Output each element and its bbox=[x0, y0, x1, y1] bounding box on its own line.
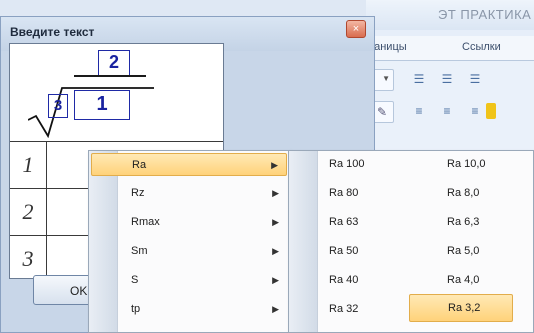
menu-item-tp[interactable]: tp ▶ bbox=[91, 298, 287, 321]
menu-item-ra-63[interactable]: Ra 63 bbox=[319, 211, 399, 234]
menu-item-label: Ra 3,2 bbox=[448, 302, 481, 314]
root-index-box[interactable]: 3 bbox=[48, 94, 68, 118]
ra-values-submenu: Ra 100 Ra 80 Ra 63 Ra 50 Ra 40 Ra 32 Ra … bbox=[288, 150, 534, 333]
close-button[interactable]: × bbox=[346, 20, 366, 38]
menu-item-ra-80[interactable]: Ra 80 bbox=[319, 182, 399, 205]
dialog-title: Введите текст bbox=[10, 25, 95, 39]
menu-item-ra-10-0[interactable]: Ra 10,0 bbox=[419, 153, 513, 176]
formula-cell: 2 3 1 bbox=[10, 44, 223, 142]
menu-item-label: Rmax bbox=[131, 216, 160, 228]
menu-item-sm[interactable]: Sm ▶ bbox=[91, 240, 287, 263]
align-right-icon[interactable]: ≡ bbox=[468, 105, 482, 117]
ribbon: ▼ ☰ ☰ ☰ ✎ ≡ ≡ ≡ bbox=[366, 61, 534, 156]
menu-item-label: Ra 32 bbox=[329, 303, 359, 315]
highlight-color-icon[interactable] bbox=[486, 103, 496, 119]
menu-item-label: Ra 80 bbox=[329, 187, 359, 199]
menu-item-label: Ra 6,3 bbox=[447, 216, 480, 228]
menu-item-label: Ra bbox=[132, 159, 147, 171]
chevron-down-icon: ▼ bbox=[382, 74, 390, 83]
chevron-right-icon: ▶ bbox=[272, 246, 279, 256]
row-number: 2 bbox=[10, 189, 47, 235]
menu-item-rmax[interactable]: Rmax ▶ bbox=[91, 211, 287, 234]
menu-item-label: Ra 100 bbox=[329, 158, 365, 170]
numbering-icon[interactable]: ☰ bbox=[440, 73, 454, 85]
menu-item-ra-40[interactable]: Ra 40 bbox=[319, 269, 399, 292]
menu-item-label: Ra 50 bbox=[329, 245, 359, 257]
chevron-right-icon: ▶ bbox=[272, 217, 279, 227]
align-left-icon[interactable]: ≡ bbox=[412, 105, 426, 117]
chevron-right-icon: ▶ bbox=[271, 160, 278, 170]
close-icon: × bbox=[352, 23, 360, 35]
tab-references[interactable]: Ссылки bbox=[462, 41, 501, 53]
align-center-icon[interactable]: ≡ bbox=[440, 105, 454, 117]
menu-item-rz[interactable]: Rz ▶ bbox=[91, 182, 287, 205]
menu-item-label: Ra 63 bbox=[329, 216, 359, 228]
radicand-box[interactable]: 1 bbox=[74, 90, 130, 120]
menu-gutter bbox=[289, 151, 318, 332]
menu-item-label: Ra 8,0 bbox=[447, 187, 480, 199]
menu-item-ra-3-2[interactable]: Ra 3,2 bbox=[409, 294, 513, 322]
menu-item-ra-100[interactable]: Ra 100 bbox=[319, 153, 399, 176]
menu-item-label: Ra 5,0 bbox=[447, 245, 480, 257]
chevron-right-icon: ▶ bbox=[272, 275, 279, 285]
eraser-icon: ✎ bbox=[377, 105, 388, 119]
menu-item-label: Sm bbox=[131, 245, 148, 257]
menu-item-label: Ra 4,0 bbox=[447, 274, 480, 286]
multilevel-list-icon[interactable]: ☰ bbox=[468, 73, 482, 85]
menu-item-label: Ra 40 bbox=[329, 274, 359, 286]
menu-item-ra-8-0[interactable]: Ra 8,0 bbox=[419, 182, 513, 205]
chevron-right-icon: ▶ bbox=[272, 304, 279, 314]
numerator-box[interactable]: 2 bbox=[98, 50, 130, 76]
roughness-parameter-menu: Ra ▶ Rz ▶ Rmax ▶ Sm ▶ S ▶ tp ▶ bbox=[88, 150, 290, 333]
menu-item-s[interactable]: S ▶ bbox=[91, 269, 287, 292]
row-number: 1 bbox=[10, 142, 47, 188]
menu-item-label: tp bbox=[131, 303, 141, 315]
menu-item-ra-4-0[interactable]: Ra 4,0 bbox=[419, 269, 513, 292]
menu-item-ra-6-3[interactable]: Ra 6,3 bbox=[419, 211, 513, 234]
menu-item-label: Rz bbox=[131, 187, 145, 199]
menu-item-ra-5-0[interactable]: Ra 5,0 bbox=[419, 240, 513, 263]
ribbon-tabs: раницы Ссылки bbox=[366, 36, 534, 61]
bullets-icon[interactable]: ☰ bbox=[412, 73, 426, 85]
menu-item-ra-32[interactable]: Ra 32 bbox=[319, 298, 399, 321]
word-title: ЭТ ПРАКТИКА bbox=[366, 0, 534, 30]
fraction-line bbox=[74, 75, 146, 77]
menu-item-label: Ra 10,0 bbox=[447, 158, 486, 170]
menu-item-ra[interactable]: Ra ▶ bbox=[91, 153, 287, 176]
menu-item-ra-50[interactable]: Ra 50 bbox=[319, 240, 399, 263]
chevron-right-icon: ▶ bbox=[272, 188, 279, 198]
menu-item-label: S bbox=[131, 274, 139, 286]
